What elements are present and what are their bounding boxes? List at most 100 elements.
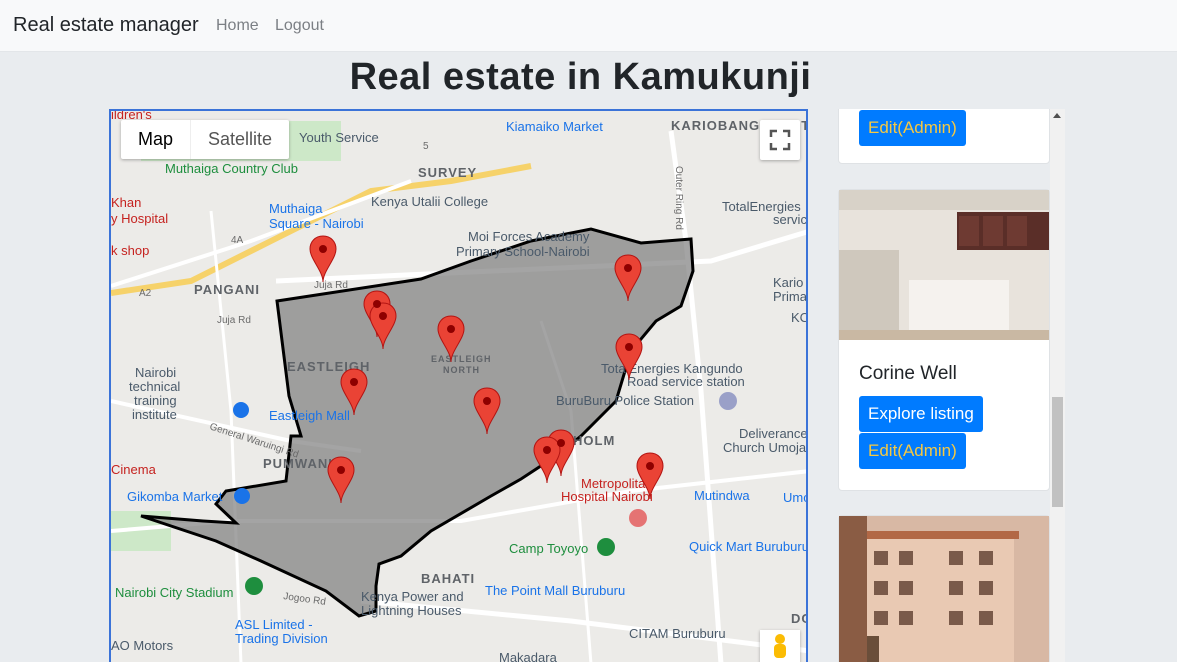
map-label: CITAM Buruburu bbox=[629, 626, 726, 641]
map-label: Khan bbox=[111, 195, 141, 210]
hospital-icon bbox=[629, 509, 647, 527]
shopping-icon bbox=[233, 402, 249, 418]
map-label: Makadara bbox=[499, 650, 558, 662]
marker-dot bbox=[319, 245, 327, 253]
map-label: training bbox=[134, 393, 177, 408]
marker-dot bbox=[337, 466, 345, 474]
map-label: Road service station bbox=[627, 374, 745, 389]
map-label: SURVEY bbox=[418, 165, 477, 180]
map-label: Deliverance bbox=[739, 426, 808, 441]
map-canvas[interactable]: ildren's Youth Service Kiamaiko Market K… bbox=[111, 111, 808, 662]
map-label: Church Umoja bbox=[723, 440, 807, 455]
nav-home-link[interactable]: Home bbox=[216, 17, 259, 35]
stadium-icon bbox=[245, 577, 263, 595]
map-label: AO Motors bbox=[111, 638, 174, 653]
map-label: Kenya Utalii College bbox=[371, 194, 488, 209]
map-type-control: Map Satellite bbox=[121, 120, 290, 159]
map-type-satellite-button[interactable]: Satellite bbox=[190, 120, 289, 159]
map-label: NORTH bbox=[443, 365, 480, 375]
map-label: BAHATI bbox=[421, 571, 475, 586]
listings-panel[interactable]: Edit(Admin) Corine Well Explore listing … bbox=[838, 109, 1050, 662]
map-type-map-button[interactable]: Map bbox=[121, 120, 190, 159]
page-title: Real estate in Kamukunji bbox=[349, 56, 812, 98]
map-label: Primary School-Nairobi bbox=[456, 244, 590, 259]
map-label: Square - Nairobi bbox=[269, 216, 364, 231]
marker-dot bbox=[350, 378, 358, 386]
listing-image[interactable] bbox=[839, 516, 1049, 662]
map-label: 4A bbox=[231, 235, 244, 246]
map-label: technical bbox=[129, 379, 180, 394]
map-label: Jogoo Rd bbox=[283, 591, 327, 608]
map-label: PANGANI bbox=[194, 282, 260, 297]
map-label: Nairobi bbox=[135, 365, 176, 380]
map-label: The Point Mall Buruburu bbox=[485, 583, 625, 598]
map-label: 5 bbox=[423, 141, 429, 152]
map-label: A2 bbox=[139, 288, 152, 299]
map-label: institute bbox=[132, 407, 177, 422]
map-label: PUMWANI bbox=[263, 456, 333, 471]
brand-link[interactable]: Real estate manager bbox=[13, 14, 199, 37]
marker-dot bbox=[625, 343, 633, 351]
map-label: Muthaiga Country Club bbox=[165, 161, 298, 176]
map-marker-icon[interactable] bbox=[533, 436, 561, 484]
map-label: Cinema bbox=[111, 462, 157, 477]
explore-listing-button[interactable]: Explore listing bbox=[859, 396, 983, 432]
gas-station-icon bbox=[719, 392, 737, 410]
map-label: Kario bbox=[773, 275, 803, 290]
map-label: Muthaiga bbox=[269, 201, 323, 216]
edit-admin-button[interactable]: Edit(Admin) bbox=[859, 433, 966, 469]
map-label: Juja Rd bbox=[314, 280, 348, 291]
map-label: Youth Service bbox=[299, 130, 379, 145]
map-view[interactable]: ildren's Youth Service Kiamaiko Market K… bbox=[109, 109, 808, 662]
map-label: ASL Limited - bbox=[235, 617, 313, 632]
map-label: Moi Forces Academy bbox=[468, 229, 590, 244]
map-label: Quick Mart Buruburu bbox=[689, 539, 808, 554]
marker-dot bbox=[543, 446, 551, 454]
map-label: Mutindwa bbox=[694, 488, 750, 503]
listing-card: Edit(Admin) bbox=[838, 109, 1050, 164]
map-label: EASTLEIGH bbox=[431, 354, 492, 364]
pegman-icon bbox=[774, 634, 786, 658]
marker-dot bbox=[646, 462, 654, 470]
fullscreen-icon bbox=[769, 129, 791, 151]
map-label: k shop bbox=[111, 243, 149, 258]
street-view-button[interactable] bbox=[760, 630, 800, 662]
map-label: Kenya Power and bbox=[361, 589, 464, 604]
sidebar-scrollbar[interactable] bbox=[1050, 109, 1065, 662]
scroll-up-arrow-icon[interactable] bbox=[1053, 113, 1061, 118]
listing-image[interactable] bbox=[839, 190, 1049, 340]
listing-title: Corine Well bbox=[859, 363, 957, 384]
map-label: Kiamaiko Market bbox=[506, 119, 603, 134]
map-marker-icon[interactable] bbox=[309, 235, 337, 283]
map-label: Trading Division bbox=[235, 631, 328, 646]
listing-card bbox=[838, 515, 1050, 662]
map-label: servic bbox=[773, 212, 807, 227]
fullscreen-button[interactable] bbox=[760, 120, 800, 160]
map-label: Camp Toyoyo bbox=[509, 541, 588, 556]
road bbox=[111, 179, 412, 288]
map-label: Lightning Houses bbox=[361, 603, 462, 618]
park-icon bbox=[597, 538, 615, 556]
scrollbar-thumb[interactable] bbox=[1052, 397, 1063, 507]
navbar: Real estate manager Home Logout bbox=[0, 0, 1177, 52]
marker-dot bbox=[447, 325, 455, 333]
edit-admin-button[interactable]: Edit(Admin) bbox=[859, 110, 966, 146]
map-label: y Hospital bbox=[111, 211, 168, 226]
map-label: Nairobi City Stadium bbox=[115, 585, 234, 600]
marker-dot bbox=[483, 397, 491, 405]
map-label: KC bbox=[791, 310, 808, 325]
shopping-icon bbox=[234, 488, 250, 504]
map-label: Prima bbox=[773, 289, 808, 304]
marker-dot bbox=[557, 439, 565, 447]
map-label: HOLM bbox=[573, 433, 615, 448]
map-label: DO bbox=[791, 611, 808, 626]
listing-card: Corine Well Explore listing Edit(Admin) bbox=[838, 189, 1050, 491]
marker-dot bbox=[379, 312, 387, 320]
nav-logout-link[interactable]: Logout bbox=[275, 17, 324, 35]
map-label: Outer Ring Rd bbox=[673, 166, 684, 230]
map-label: Eastleigh Mall bbox=[269, 408, 350, 423]
marker-dot bbox=[624, 264, 632, 272]
map-label: Gikomba Market bbox=[127, 489, 223, 504]
marker-dot bbox=[373, 300, 381, 308]
map-label: BuruBuru Police Station bbox=[556, 393, 694, 408]
